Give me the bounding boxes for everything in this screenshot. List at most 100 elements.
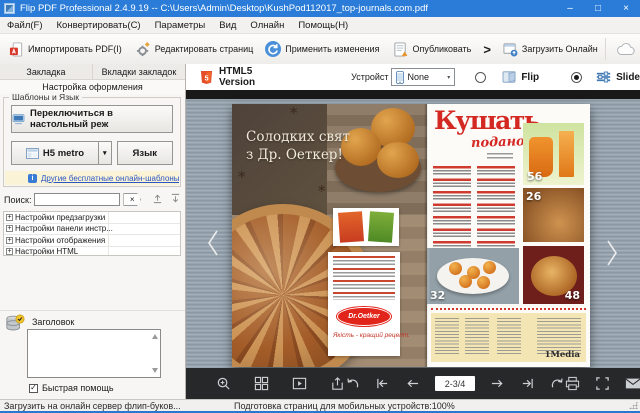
tree-row-preload[interactable]: +Настройки предзагрузки: [4, 212, 180, 224]
slide-label: Slide: [616, 72, 640, 83]
publish-chevron-icon: >: [477, 42, 497, 57]
menu-item-help[interactable]: Помощь(H): [291, 20, 355, 31]
right-page[interactable]: Кушать подано! 56 26: [427, 104, 590, 367]
search-label: Поиск:: [4, 195, 31, 205]
share-icon[interactable]: [330, 376, 345, 391]
last-page-icon[interactable]: [520, 377, 535, 390]
preview-panel: 5 HTML5 Version Устройст None ▾ Flip Sli…: [186, 64, 640, 399]
sidebar-tabs: Закладка Вкладки закладок: [0, 64, 185, 80]
toolbar: Импортировать PDF(I) Редактировать стран…: [0, 34, 640, 65]
heading-textarea[interactable]: [27, 329, 161, 378]
print-icon[interactable]: [565, 376, 580, 391]
search-input[interactable]: [34, 193, 120, 206]
expand-icon[interactable]: +: [6, 237, 13, 244]
left-page[interactable]: * * * Солодких свят з Др. Оеткер!: [232, 104, 427, 367]
close-button[interactable]: ×: [612, 0, 640, 17]
scroll-up-icon[interactable]: [152, 334, 158, 339]
phone-icon: [396, 71, 404, 84]
template-dropdown-button[interactable]: ▾: [98, 141, 111, 165]
flip-radio[interactable]: [475, 72, 486, 83]
undo-icon[interactable]: [345, 376, 360, 391]
free-templates-link[interactable]: Другие бесплатные онлайн-шаблоны можно н: [41, 174, 179, 183]
menu-bar: Файл(F) Конвертировать(C) Параметры Вид …: [0, 17, 640, 34]
next-page-icon[interactable]: [490, 377, 505, 390]
language-button[interactable]: Язык: [117, 141, 173, 165]
pdf-file-icon: [9, 42, 24, 57]
status-right: Подготовка страниц для мобильных устройс…: [234, 401, 455, 411]
first-page-icon[interactable]: [375, 377, 390, 390]
database-check-icon: [5, 314, 25, 336]
scroll-down-icon[interactable]: [152, 368, 158, 373]
window-title: Flip PDF Professional 2.4.9.19 -- C:\Use…: [20, 3, 428, 14]
device-value: None: [408, 72, 430, 82]
prev-page-chevron-icon[interactable]: [205, 228, 221, 263]
tab-bookmark-tabs[interactable]: Вкладки закладок: [93, 64, 185, 79]
refresh-icon: [265, 41, 281, 57]
fullscreen-icon[interactable]: [595, 376, 610, 391]
resize-grip[interactable]: [629, 401, 638, 409]
template-select-button[interactable]: H5 metro: [11, 141, 99, 165]
book-spine: [424, 104, 430, 367]
status-left: Загрузить на онлайн сервер флип-буков...: [4, 401, 181, 411]
collapse-all-icon[interactable]: [152, 193, 163, 206]
zoom-icon[interactable]: [216, 376, 231, 391]
menu-item-file[interactable]: Файл(F): [0, 20, 50, 31]
page-badge: 56: [527, 170, 542, 183]
imprint-text: [435, 318, 459, 356]
page-badge: 26: [526, 190, 541, 203]
device-dropdown[interactable]: None ▾: [391, 68, 456, 86]
publisher-box: 1Media: [431, 313, 586, 362]
expand-icon[interactable]: +: [6, 248, 13, 255]
slideshow-icon[interactable]: [292, 376, 307, 391]
menu-item-convert[interactable]: Конвертировать(C): [50, 20, 148, 31]
thumbnails-icon[interactable]: [254, 376, 269, 391]
tree-row-display[interactable]: +Настройки отображения: [4, 235, 180, 247]
menu-item-view[interactable]: Вид: [212, 20, 243, 31]
menu-item-online[interactable]: Олнайн: [243, 20, 291, 31]
page-badge: 48: [565, 289, 580, 302]
publisher-logo: 1Media: [545, 350, 580, 360]
email-icon[interactable]: [625, 377, 640, 390]
cloud-button[interactable]: [610, 37, 640, 61]
apple-cake-photo: 48: [523, 246, 584, 304]
quick-help-checkbox[interactable]: ✓: [29, 384, 38, 393]
expand-all-icon[interactable]: [170, 193, 181, 206]
upload-online-button[interactable]: Загрузить Онлайн: [497, 37, 604, 61]
settings-tree: +Настройки предзагрузки +Настройки панел…: [3, 211, 181, 256]
flipbook-spread: * * * Солодких свят з Др. Оеткер!: [232, 104, 590, 367]
search-clear-button[interactable]: ×: [123, 193, 141, 206]
menu-item-options[interactable]: Параметры: [148, 20, 213, 31]
tree-row-html[interactable]: +Настройки HTML: [4, 247, 180, 258]
product-packets-photo: [333, 208, 399, 246]
slide-icon: [596, 71, 611, 83]
flipbook-canvas: * * * Солодких свят з Др. Оеткер!: [186, 90, 640, 368]
apply-changes-button[interactable]: Применить изменения: [259, 37, 385, 61]
tree-column-divider: [108, 212, 109, 255]
star-anise: *: [318, 182, 326, 200]
tab-bookmark[interactable]: Закладка: [0, 64, 93, 79]
tartlet: [459, 275, 472, 288]
slide-radio[interactable]: [571, 72, 582, 83]
maximize-button[interactable]: □: [584, 0, 612, 17]
recipe-card: Dr.Oetker Якість - кращий рецепт.: [328, 252, 400, 356]
html5-version-label: HTML5 Version: [219, 66, 271, 88]
prev-page-icon[interactable]: [405, 377, 420, 390]
next-page-chevron-icon[interactable]: [604, 238, 620, 273]
import-pdf-button[interactable]: Импортировать PDF(I): [3, 37, 128, 61]
publish-button[interactable]: Опубликовать: [387, 37, 477, 61]
redo-icon[interactable]: [550, 376, 565, 391]
edit-pages-button[interactable]: Редактировать страниц: [130, 37, 259, 61]
main-area: Закладка Вкладки закладок Настройка офор…: [0, 64, 640, 399]
star-anise: *: [290, 104, 298, 122]
switch-desktop-mode-button[interactable]: Переключиться в настольный реж: [11, 105, 173, 133]
packet-red: [338, 211, 364, 243]
page-indicator[interactable]: 2-3/4: [435, 376, 475, 391]
meat-photo: 26: [523, 188, 584, 242]
heading-label: Заголовок: [32, 317, 74, 327]
expand-icon[interactable]: +: [6, 225, 13, 232]
minimize-button[interactable]: –: [556, 0, 584, 17]
juice-photo: 56: [523, 123, 584, 185]
flip-label: Flip: [521, 72, 539, 83]
tree-row-toolbar[interactable]: +Настройки панели инстр...: [4, 224, 180, 236]
expand-icon[interactable]: +: [6, 214, 13, 221]
